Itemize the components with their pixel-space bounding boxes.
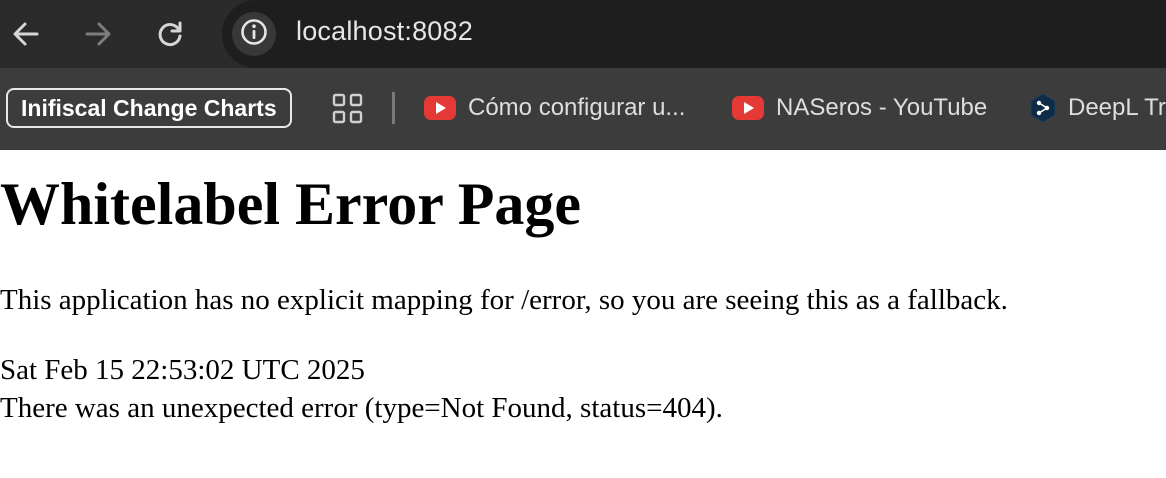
youtube-icon: [732, 96, 764, 120]
arrow-left-icon: [11, 19, 41, 49]
browser-toolbar: localhost:8082: [0, 0, 1166, 68]
url-text[interactable]: localhost:8082: [296, 16, 473, 47]
back-button[interactable]: [6, 14, 46, 54]
error-message: This application has no explicit mapping…: [0, 284, 1008, 316]
arrow-right-icon: [83, 19, 113, 49]
bookmark-como-configurar[interactable]: Cómo configurar u...: [424, 90, 685, 126]
youtube-icon: [424, 96, 456, 120]
error-timestamp: Sat Feb 15 22:53:02 UTC 2025: [0, 354, 365, 386]
forward-button[interactable]: [78, 14, 118, 54]
deepl-icon: [1030, 93, 1056, 123]
bookmarks-bar: Inifiscal Change Charts Cómo configurar …: [0, 68, 1166, 150]
bookmark-label: DeepL Tr: [1068, 94, 1166, 121]
bookmark-naseros-youtube[interactable]: NASeros - YouTube: [732, 90, 987, 126]
reload-icon: [155, 19, 185, 49]
error-detail: There was an unexpected error (type=Not …: [0, 392, 723, 424]
reload-button[interactable]: [150, 14, 190, 54]
apps-grid-icon[interactable]: [332, 93, 364, 125]
bookmarks-divider: [392, 92, 395, 124]
address-bar[interactable]: localhost:8082: [222, 0, 1166, 68]
browser-chrome: localhost:8082 Inifiscal Change Charts C…: [0, 0, 1166, 150]
bookmark-folder-inifiscal[interactable]: Inifiscal Change Charts: [6, 88, 292, 128]
bookmark-deepl[interactable]: DeepL Tr: [1030, 90, 1166, 126]
bookmark-label: NASeros - YouTube: [776, 94, 988, 121]
info-circle-icon: [239, 17, 269, 52]
page-content: Whitelabel Error Page This application h…: [0, 150, 1166, 478]
bookmark-label: Cómo configurar u...: [468, 94, 686, 121]
page-title: Whitelabel Error Page: [0, 171, 582, 237]
site-info-button[interactable]: [232, 12, 276, 56]
